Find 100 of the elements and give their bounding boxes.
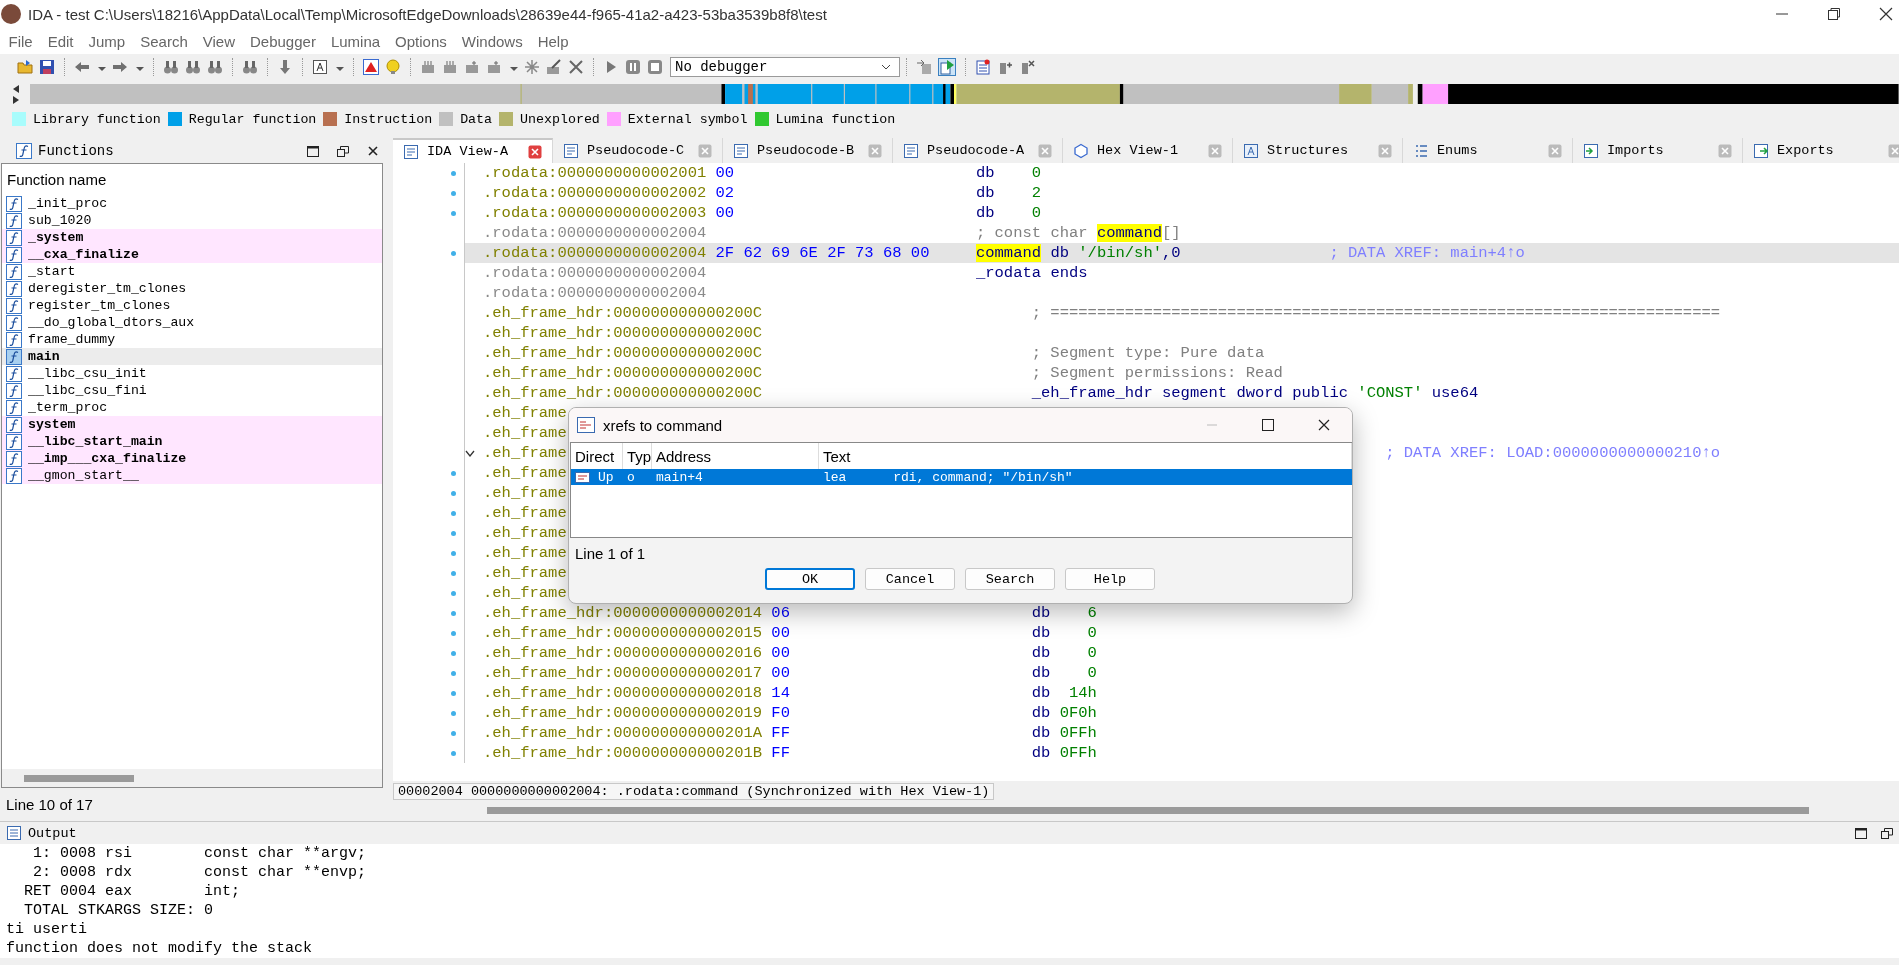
menu-item[interactable]: Lumina [323,32,388,50]
function-name: __libc_start_main [28,434,163,449]
function-icon [16,142,32,159]
menu-item[interactable]: Help [530,32,576,50]
restore-icon[interactable] [1881,827,1893,839]
function-row[interactable]: main [2,348,382,365]
function-row[interactable]: system [2,416,382,433]
menu-item[interactable]: View [195,32,243,50]
function-row[interactable]: deregister_tm_clones [2,280,382,297]
plug-cross-icon[interactable] [1019,59,1035,75]
text-box-icon[interactable] [312,59,328,75]
maximize-icon[interactable] [307,144,319,157]
menu-item[interactable]: File [1,32,41,50]
byte-values: 00 [771,623,790,643]
menu-item[interactable]: Search [132,32,196,50]
block-icon[interactable] [442,59,458,75]
binoculars-icon[interactable] [185,59,201,75]
list-icon[interactable] [975,59,991,75]
address-text: .eh_frame [483,403,567,423]
scrollbar-thumb[interactable] [487,806,1809,814]
pause-icon[interactable] [625,59,641,75]
function-row[interactable]: __do_global_dtors_aux [2,314,382,331]
function-row[interactable]: __cxa_finalize [2,246,382,263]
scrollbar-thumb[interactable] [24,774,134,782]
stop-icon[interactable] [647,59,663,75]
menu-item[interactable]: Edit [40,32,82,50]
dialog-button[interactable]: Search [965,568,1055,590]
address-text: .eh_frame [483,583,567,603]
tab[interactable]: IDA View-A [393,138,553,163]
left-arrow-icon[interactable] [12,84,20,93]
code-text: db 0FFh [1031,723,1097,743]
restore-icon[interactable] [1827,7,1841,21]
binoculars-icon[interactable] [207,59,223,75]
menu-item[interactable]: Debugger [242,32,324,50]
function-row[interactable]: register_tm_clones [2,297,382,314]
xrefs-icon [577,417,595,433]
legend-label: Lumina function [775,111,896,127]
maximize-icon[interactable] [1855,827,1867,839]
function-row[interactable]: __libc_csu_init [2,365,382,382]
table-cell-text: o [626,469,636,485]
function-row[interactable]: frame_dummy [2,331,382,348]
down-arrow-icon[interactable] [277,59,293,75]
debugger-dropdown[interactable]: No debugger [670,57,900,77]
back-arrow-icon[interactable] [74,59,90,75]
forward-arrow-icon[interactable] [112,59,128,75]
chevron-down-icon[interactable] [465,449,475,457]
warning-icon[interactable] [363,59,379,75]
code-text: ; const char command[] [975,223,1181,243]
sparkle-icon[interactable] [524,59,540,75]
open-folder-icon[interactable] [17,59,33,75]
play-box-icon[interactable] [938,58,956,76]
scrollbar[interactable] [2,769,382,787]
document-icon [903,142,919,159]
function-name: system [28,417,76,432]
maximize-icon[interactable] [1262,419,1274,431]
cross-icon[interactable] [568,59,584,75]
function-row[interactable]: _term_proc [2,399,382,416]
binoculars-icon[interactable] [163,59,179,75]
function-row[interactable]: __libc_start_main [2,433,382,450]
function-row[interactable]: sub_1020 [2,212,382,229]
byte-values: FF [771,723,790,743]
block-icon[interactable] [486,59,502,75]
function-row[interactable]: __libc_csu_fini [2,382,382,399]
menu-item[interactable]: Options [387,32,455,50]
byte-values: 2F 62 69 6E 2F 73 68 00 [715,243,930,263]
function-row[interactable]: __imp___cxa_finalize [2,450,382,467]
function-row[interactable]: _init_proc [2,195,382,212]
dialog-button[interactable]: Cancel [865,568,955,590]
function-name: _system [28,230,84,245]
close-icon[interactable] [1318,419,1330,431]
lightbulb-icon[interactable] [385,59,401,75]
function-row[interactable]: _system [2,229,382,246]
panel-title: Functions [38,142,115,159]
menu-item[interactable]: Windows [454,32,531,50]
binoculars-icon[interactable] [242,59,258,75]
close-icon[interactable] [1879,7,1893,21]
block-icon[interactable] [464,59,480,75]
block-icon[interactable] [420,59,436,75]
save-icon[interactable] [39,59,55,75]
code-text: _eh_frame_hdr segment dword public 'CONST' use64 [1031,383,1479,403]
restore-icon[interactable] [337,144,349,157]
close-icon[interactable] [367,144,379,157]
dialog-button[interactable]: Help [1065,568,1155,590]
code-text: command db '/bin/sh',0 [975,243,1181,263]
function-row[interactable]: _start [2,263,382,280]
function-row[interactable]: __gmon_start__ [2,467,382,484]
column-header[interactable]: Function name [2,164,382,195]
function-name: _term_proc [28,400,108,415]
menu-item[interactable]: Jump [81,32,133,50]
xref-row[interactable]: Up o main+4 lea rdi, command; "/bin/sh" [571,469,1352,485]
address-text: .eh_frame_hdr:0000000000002019 [483,703,763,723]
address-text: .eh_frame_hdr:0000000000002016 [483,643,763,663]
arrow-block-icon[interactable] [916,59,932,75]
output-line: TOTAL STKARGS SIZE: 0 [23,901,215,920]
dialog-button[interactable]: OK [765,568,855,590]
edit-icon[interactable] [546,59,562,75]
function-name: __gmon_start__ [28,468,139,483]
right-arrow-icon[interactable] [12,95,20,104]
function-name: sub_1020 [28,213,92,228]
output-line: 2: 0008 rdx const char **envp; [32,863,368,882]
